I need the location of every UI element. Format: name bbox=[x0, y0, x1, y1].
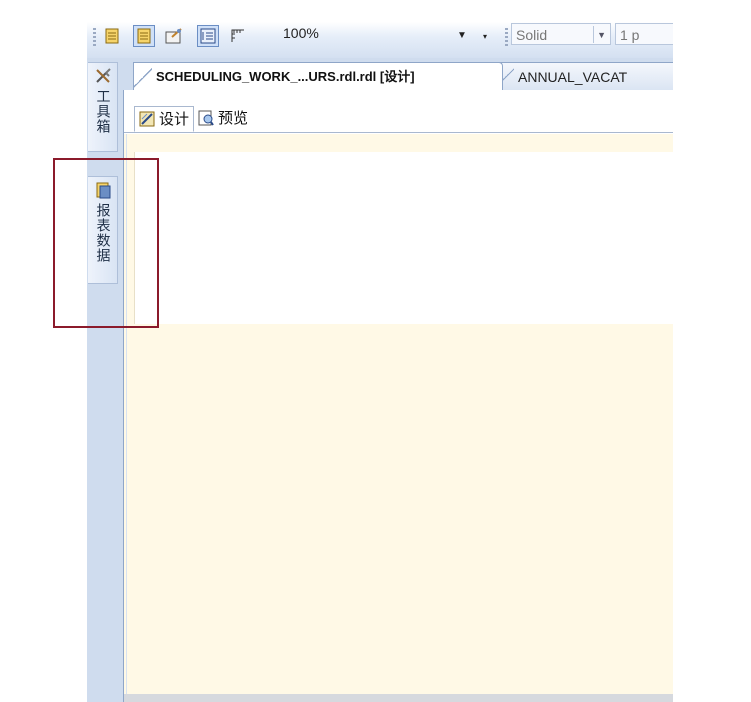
side-tool-strip: 工具箱 报表数据 bbox=[87, 58, 121, 702]
chevron-down-icon[interactable]: ▼ bbox=[597, 24, 606, 46]
tab-annual-vacation[interactable]: ANNUAL_VACAT bbox=[495, 62, 673, 90]
properties-icon[interactable] bbox=[163, 25, 185, 47]
highlight-box bbox=[53, 158, 159, 328]
tools-icon bbox=[95, 68, 111, 83]
tab-label: SCHEDULING_WORK_...URS.rdl.rdl [设计] bbox=[156, 69, 415, 84]
border-width-select[interactable]: 1 p bbox=[615, 23, 673, 45]
tab-divider bbox=[124, 132, 673, 133]
border-style-select[interactable]: Solid ▼ bbox=[511, 23, 611, 45]
preview-label: 预览 bbox=[218, 109, 249, 127]
formatting-toolbar: 100% ▼ ▾ Solid ▼ 1 p bbox=[87, 22, 673, 58]
toolbar-grip[interactable] bbox=[505, 28, 508, 46]
tab-label: ANNUAL_VACAT bbox=[518, 69, 628, 85]
design-label: 设计 bbox=[159, 110, 190, 128]
zoom-dropdown-icon[interactable]: ▼ bbox=[457, 30, 467, 41]
tab-scheduling-work[interactable]: SCHEDULING_WORK_...URS.rdl.rdl [设计] bbox=[133, 62, 503, 90]
border-width-value: 1 p bbox=[620, 27, 640, 43]
toolbox-label: 工具箱 bbox=[94, 89, 111, 134]
document-tab-strip: ANNUAL_VACAT SCHEDULING_WORK_...URS.rdl.… bbox=[123, 58, 673, 92]
zoom-value[interactable]: 100% bbox=[283, 25, 319, 41]
horizontal-scrollbar[interactable] bbox=[124, 694, 673, 702]
tab-preview[interactable]: 预览 bbox=[194, 106, 252, 130]
design-canvas[interactable] bbox=[124, 134, 673, 702]
preview-icon bbox=[198, 110, 214, 126]
report-document: 设计 预览 bbox=[123, 90, 673, 702]
tab-design[interactable]: 设计 bbox=[134, 106, 195, 132]
combo-separator bbox=[593, 26, 594, 43]
ruler-icon[interactable] bbox=[227, 25, 249, 47]
report-designer-window: 100% ▼ ▾ Solid ▼ 1 p 工具箱 报表数据 ANNUAL_VAC… bbox=[87, 22, 673, 702]
design-icon bbox=[139, 111, 155, 127]
toolbar-overflow-icon[interactable]: ▾ bbox=[483, 32, 487, 41]
toolbar-grip[interactable] bbox=[93, 28, 96, 46]
document-icon[interactable] bbox=[101, 25, 123, 47]
report-body-icon[interactable] bbox=[133, 25, 155, 47]
toolbox-tab[interactable]: 工具箱 bbox=[88, 62, 118, 152]
report-body-surface[interactable] bbox=[134, 152, 673, 324]
list-indent-icon[interactable] bbox=[197, 25, 219, 47]
border-style-value: Solid bbox=[516, 27, 548, 43]
